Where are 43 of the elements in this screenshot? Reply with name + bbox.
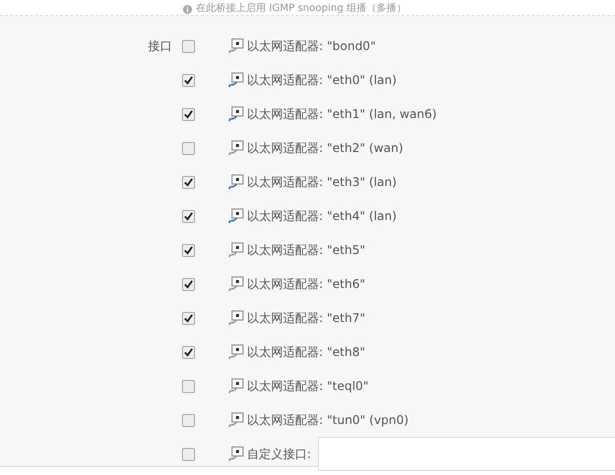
- interface-label: 以太网适配器: "eth6": [247, 276, 366, 292]
- checkbox[interactable]: [182, 40, 195, 52]
- network-adapter-icon: [228, 242, 244, 258]
- checkbox[interactable]: [182, 176, 195, 188]
- network-adapter-icon: [228, 344, 244, 360]
- checkbox[interactable]: [182, 142, 195, 154]
- field-label: 接口: [147, 38, 172, 55]
- network-adapter-icon: [228, 446, 244, 462]
- network-adapter-icon: [228, 106, 244, 122]
- interface-label: 以太网适配器: "eth2" (wan): [247, 140, 404, 156]
- interface-label: 以太网适配器: "eth4" (lan): [247, 208, 397, 224]
- checkbox[interactable]: [182, 108, 195, 120]
- interface-label: 自定义接口:: [247, 446, 312, 462]
- checkbox[interactable]: [182, 278, 195, 290]
- checkbox[interactable]: [182, 414, 195, 426]
- network-adapter-icon: [228, 310, 244, 326]
- hint-text: 在此桥接上启用 IGMP snooping 组播（多播）: [183, 3, 406, 15]
- checkbox[interactable]: [182, 346, 195, 358]
- checkbox[interactable]: [182, 244, 195, 256]
- network-adapter-icon: [228, 378, 244, 394]
- interface-label: 以太网适配器: "eth0" (lan): [247, 72, 397, 88]
- network-adapter-icon: [228, 38, 244, 54]
- checkbox[interactable]: [182, 312, 195, 324]
- network-adapter-icon: [228, 174, 244, 190]
- checkbox[interactable]: [182, 74, 195, 86]
- interface-label: 以太网适配器: "eth7": [247, 310, 366, 326]
- info-icon: [183, 4, 192, 14]
- checkbox[interactable]: [182, 448, 195, 460]
- network-adapter-icon: [228, 276, 244, 292]
- interface-label: 以太网适配器: "eth8": [247, 344, 366, 360]
- interface-label: 以太网适配器: "bond0": [247, 38, 376, 54]
- interface-label: 以太网适配器: "tun0" (vpn0): [247, 412, 409, 428]
- input-field[interactable]: [318, 437, 615, 471]
- network-adapter-icon: [228, 412, 244, 428]
- interface-label: 以太网适配器: "eth1" (lan, wan6): [247, 106, 437, 122]
- checkbox[interactable]: [182, 210, 195, 222]
- interface-label: 以太网适配器: "eth3" (lan): [247, 174, 397, 190]
- network-adapter-icon: [228, 140, 244, 156]
- checkbox[interactable]: [182, 380, 195, 392]
- network-adapter-icon: [228, 72, 244, 88]
- network-adapter-icon: [228, 208, 244, 224]
- interface-label: 以太网适配器: "eth5": [247, 242, 366, 258]
- interface-label: 以太网适配器: "teql0": [247, 378, 369, 394]
